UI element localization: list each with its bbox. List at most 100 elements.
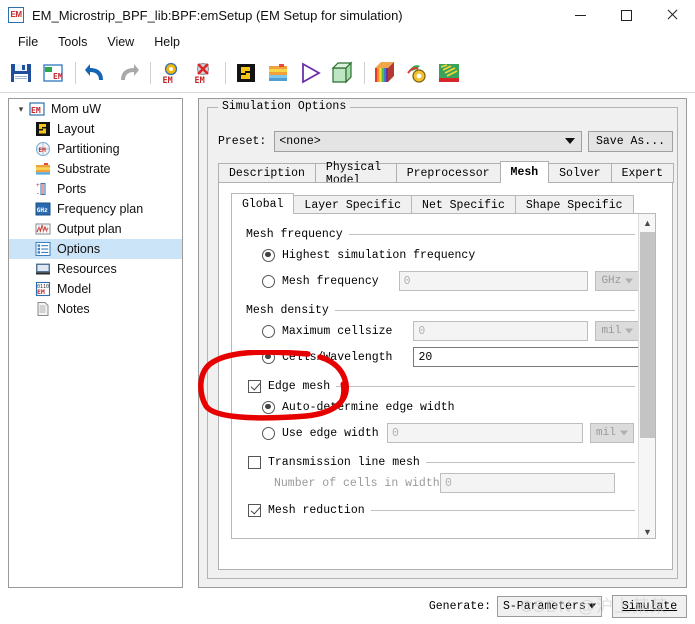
layout-button[interactable] (231, 58, 261, 88)
menu-view[interactable]: View (97, 32, 144, 52)
optimization-button[interactable] (402, 58, 432, 88)
checkbox-transmission-line-mesh[interactable] (248, 455, 261, 469)
mesh-3d-button[interactable] (327, 58, 357, 88)
sidebar-item-substrate[interactable]: Substrate (9, 159, 182, 179)
sidebar-item-model[interactable]: 0110 EM Model (9, 279, 182, 299)
undo-icon (85, 64, 103, 80)
em-setup-tree[interactable]: ▾ EM Mom uW Layout EM Partitioning Subst… (8, 98, 183, 588)
sidebar-item-frequency-plan[interactable]: GHz Frequency plan (9, 199, 182, 219)
minimize-icon (574, 14, 586, 16)
mesh-frequency-row[interactable]: Mesh frequency 0 GHz (246, 268, 639, 294)
tab-layer-specific[interactable]: Layer Specific (293, 195, 413, 214)
highest-simulation-frequency-row[interactable]: Highest simulation frequency (246, 242, 639, 268)
generate-dropdown[interactable]: S-Parameters (497, 595, 602, 617)
scroll-up-button[interactable]: ▲ (639, 214, 655, 231)
auto-determine-edge-width-row[interactable]: Auto-determine edge width (246, 394, 639, 420)
mesh-frequency-input[interactable]: 0 (398, 271, 589, 291)
sidebar-item-resources[interactable]: Resources (9, 259, 182, 279)
number-of-cells-input[interactable]: 0 (440, 473, 615, 493)
sidebar-item-options[interactable]: Options (9, 239, 182, 259)
tab-global[interactable]: Global (231, 193, 295, 214)
substrate-icon (35, 161, 51, 177)
cells-per-wavelength-input[interactable]: 20 (413, 347, 639, 367)
save-em-setup-button[interactable]: EM (38, 58, 68, 88)
maximize-button[interactable] (603, 0, 649, 30)
app-icon: EM (8, 7, 24, 23)
mesh-reduction-header[interactable]: Mesh reduction (246, 502, 639, 518)
sidebar-item-output-plan[interactable]: Output plan (9, 219, 182, 239)
mesh-frequency-header: Mesh frequency (246, 226, 639, 242)
sidebar-label: Notes (57, 302, 90, 316)
checkbox-mesh-reduction[interactable] (248, 503, 261, 517)
radio-cells-per-wavelength[interactable] (262, 350, 275, 364)
generate-label: Generate: (428, 599, 491, 613)
sidebar-item-partitioning[interactable]: EM Partitioning (9, 139, 182, 159)
window-title: EM_Microstrip_BPF_lib:BPF:emSetup (EM Se… (32, 7, 403, 23)
group-divider (334, 309, 635, 311)
maximum-cellsize-unit-dropdown[interactable]: mil (595, 321, 639, 341)
sidebar-label: Options (57, 242, 101, 256)
use-edge-width-input[interactable]: 0 (387, 423, 583, 443)
use-edge-width-unit-dropdown[interactable]: mil (590, 423, 634, 443)
edge-mesh-header[interactable]: Edge mesh (246, 378, 639, 394)
sidebar-item-layout[interactable]: Layout (9, 119, 182, 139)
checkbox-edge-mesh[interactable] (248, 379, 261, 393)
save-as-button[interactable]: Save As... (587, 130, 673, 152)
mesh-frequency-unit-dropdown[interactable]: GHz (595, 271, 639, 291)
minimize-button[interactable] (557, 0, 603, 30)
cells-per-wavelength-row[interactable]: Cells/Wavelength 20 (246, 344, 639, 370)
redo-icon (121, 64, 139, 80)
mesh-reduction-label: Mesh reduction (268, 503, 365, 517)
number-of-cells-row[interactable]: Number of cells in width 0 (246, 470, 639, 496)
redo-button[interactable] (113, 58, 143, 88)
sidebar-label: Frequency plan (57, 202, 144, 216)
save-button[interactable] (6, 58, 36, 88)
chevron-down-icon[interactable]: ▾ (15, 103, 27, 115)
em-simulate-button[interactable]: EM (156, 58, 186, 88)
toolbar-separator (364, 62, 365, 84)
sidebar-item-notes[interactable]: Notes (9, 299, 182, 319)
transmission-line-mesh-header[interactable]: Transmission line mesh (246, 454, 639, 470)
simulate-button[interactable]: Simulate (612, 594, 687, 618)
substrate-button[interactable] (263, 58, 293, 88)
radio-use-edge-width[interactable] (262, 426, 275, 440)
radio-maximum-cellsize[interactable] (262, 324, 275, 338)
tab-shape-specific[interactable]: Shape Specific (514, 195, 634, 214)
scroll-down-button[interactable]: ▼ (639, 523, 655, 538)
tab-net-specific[interactable]: Net Specific (411, 195, 516, 214)
em-stop-button[interactable]: EM (188, 58, 218, 88)
tab-preprocessor[interactable]: Preprocessor (395, 163, 501, 183)
tab-mesh[interactable]: Mesh (499, 161, 550, 183)
outer-tab-bar: Description Physical Model Preprocessor … (218, 161, 674, 187)
group-divider (425, 461, 635, 463)
tab-physical-model[interactable]: Physical Model (314, 161, 397, 187)
menu-tools[interactable]: Tools (48, 32, 97, 52)
title-bar: EM EM_Microstrip_BPF_lib:BPF:emSetup (EM… (0, 0, 695, 30)
number-of-cells-label: Number of cells in width (274, 476, 440, 490)
transmission-line-mesh-label: Transmission line mesh (268, 455, 420, 469)
maximum-cellsize-row[interactable]: Maximum cellsize 0 mil (246, 318, 639, 344)
menu-file[interactable]: File (8, 32, 48, 52)
scrollbar-thumb[interactable] (640, 232, 655, 438)
maximum-cellsize-input[interactable]: 0 (413, 321, 589, 341)
radio-auto-determine-edge-width[interactable] (262, 400, 275, 414)
output-plan-icon (35, 221, 51, 237)
radio-highest-simulation-frequency[interactable] (262, 248, 275, 262)
visualization-button[interactable] (370, 58, 400, 88)
emds-button[interactable] (434, 58, 464, 88)
sidebar-label: Ports (57, 182, 87, 196)
vertical-scrollbar[interactable]: ▲ ▼ (638, 214, 655, 538)
undo-button[interactable] (81, 58, 111, 88)
em-stop-icon: EM (195, 62, 210, 85)
use-edge-width-row[interactable]: Use edge width 0 mil (246, 420, 639, 446)
tab-description[interactable]: Description (218, 163, 316, 183)
preprocessor-button[interactable] (295, 58, 325, 88)
radio-mesh-frequency[interactable] (262, 274, 275, 288)
tab-expert[interactable]: Expert (610, 163, 674, 183)
tab-solver[interactable]: Solver (548, 163, 612, 183)
sidebar-item-ports[interactable]: + - Ports (9, 179, 182, 199)
close-button[interactable] (649, 0, 695, 30)
preset-dropdown[interactable]: <none> (274, 130, 582, 152)
tree-root-mom-uw[interactable]: ▾ EM Mom uW (9, 99, 182, 119)
menu-help[interactable]: Help (144, 32, 190, 52)
